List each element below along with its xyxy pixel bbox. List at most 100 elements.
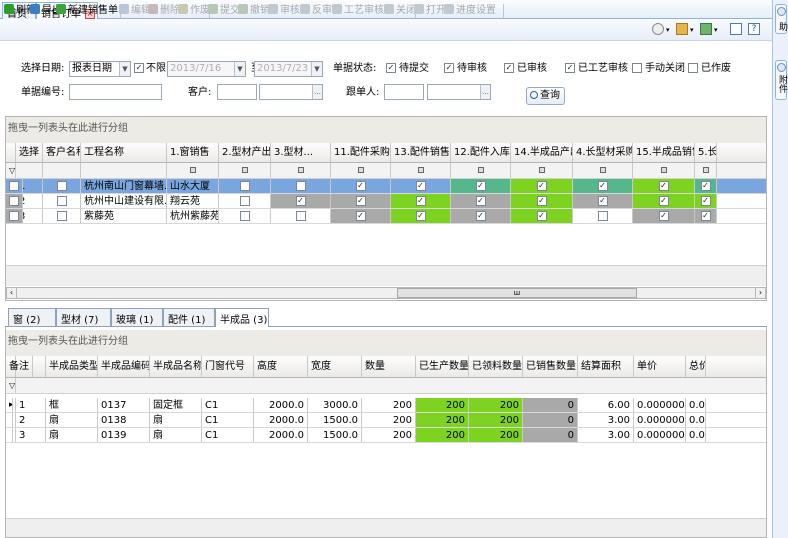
column-header[interactable]: 已领料数量: [469, 356, 523, 377]
filter-cell[interactable]: [43, 163, 81, 178]
filter-cell[interactable]: [16, 163, 43, 178]
progress-checkbox[interactable]: [239, 181, 250, 191]
toolbar-close-order-button[interactable]: 关闭: [384, 3, 416, 19]
table-row[interactable]: 2 扇 0138 扇 C1 2000.0 1500.0 200 200 200 0 3.00 0.000…: [6, 413, 766, 428]
filter-cell[interactable]: [511, 163, 573, 178]
column-header[interactable]: 高度: [254, 356, 308, 377]
progress-checkbox[interactable]: ✓: [475, 196, 486, 206]
column-header[interactable]: 单价: [634, 356, 686, 377]
customer-code-input[interactable]: [217, 84, 257, 100]
column-header[interactable]: 备注: [6, 356, 33, 377]
progress-checkbox[interactable]: [597, 211, 608, 221]
row-select-checkbox[interactable]: [56, 211, 67, 221]
column-header[interactable]: 半成品编码: [98, 356, 150, 377]
filter-square-icon[interactable]: [660, 167, 667, 173]
filter-cell[interactable]: [573, 163, 633, 178]
progress-checkbox[interactable]: ✓: [597, 181, 608, 191]
filter-square-icon[interactable]: [297, 167, 304, 173]
toolbar-refresh-button[interactable]: 刷新: [4, 3, 36, 19]
detail-tab[interactable]: 半成品 (3): [215, 308, 269, 327]
table-row[interactable]: ▸ 1 框 0137 固定框 C1 2000.0 3000.0 200 200 200 0 6.00 0.…: [6, 398, 766, 413]
toolbar-open-order-button[interactable]: 打开: [414, 3, 446, 19]
select-cell[interactable]: [43, 179, 81, 193]
column-header[interactable]: 结算面积: [578, 356, 634, 377]
column-header[interactable]: 选择: [16, 143, 43, 162]
progress-checkbox[interactable]: ✓: [415, 211, 426, 221]
table-row[interactable]: 3紫藤苑杭州紫藤苑✓✓✓✓✓✓: [6, 209, 766, 224]
progress-checkbox[interactable]: ✓: [295, 196, 306, 206]
filter-square-icon[interactable]: [357, 167, 364, 173]
status-checkbox[interactable]: ✓: [444, 63, 454, 73]
detail-tab[interactable]: 型材 (7): [56, 308, 111, 326]
toolbar-add-button[interactable]: 新建销售单: [56, 3, 119, 19]
column-header[interactable]: 11.配件采购: [331, 143, 391, 162]
progress-checkbox[interactable]: ✓: [658, 196, 669, 206]
filter-cell[interactable]: [451, 163, 511, 178]
progress-checkbox[interactable]: ✓: [700, 196, 711, 206]
column-header[interactable]: 数量: [362, 356, 416, 377]
layout-icon[interactable]: [700, 23, 712, 35]
progress-checkbox[interactable]: [9, 196, 19, 206]
filter-icon[interactable]: ▽: [6, 378, 16, 393]
filter-cell[interactable]: [219, 163, 271, 178]
row-select-checkbox[interactable]: [56, 196, 67, 206]
progress-checkbox[interactable]: ✓: [415, 181, 426, 191]
main-hscrollbar[interactable]: ‹ ш ›: [6, 287, 766, 299]
progress-checkbox[interactable]: ✓: [475, 181, 486, 191]
toolbar-submit-button[interactable]: 提交: [208, 3, 240, 19]
filter-square-icon[interactable]: [599, 167, 606, 173]
column-header[interactable]: 半成品类型: [46, 356, 98, 377]
detail-tab[interactable]: 窗 (2): [8, 308, 56, 326]
column-header[interactable]: 13.配件销售: [391, 143, 451, 162]
row-select-checkbox[interactable]: [56, 181, 67, 191]
column-header[interactable]: [6, 143, 16, 162]
docno-input[interactable]: [69, 84, 162, 100]
attachment-side-button[interactable]: 附件: [775, 60, 787, 100]
progress-checkbox[interactable]: ✓: [658, 181, 669, 191]
tree-icon[interactable]: [676, 23, 688, 35]
filter-square-icon[interactable]: [417, 167, 424, 173]
unlimited-checkbox[interactable]: ✓: [134, 63, 144, 73]
toolbar-export-button[interactable]: 导出: [30, 3, 62, 19]
column-header[interactable]: 工程名称: [81, 143, 167, 162]
toolbar-process-audit-button[interactable]: 工艺审核: [332, 3, 384, 19]
toolbar-edit-button[interactable]: 编辑: [119, 3, 151, 19]
progress-checkbox[interactable]: ✓: [658, 211, 669, 221]
customer-name-input[interactable]: …: [259, 84, 323, 100]
chevron-down-icon[interactable]: ▾: [666, 26, 670, 34]
progress-checkbox[interactable]: ✓: [415, 196, 426, 206]
filter-square-icon[interactable]: [477, 167, 484, 173]
status-checkbox[interactable]: [688, 63, 698, 73]
column-header[interactable]: 宽度: [308, 356, 362, 377]
filter-square-icon[interactable]: [241, 167, 248, 173]
column-header[interactable]: 14.半成品产出: [511, 143, 573, 162]
column-header[interactable]: 12.配件入库: [451, 143, 511, 162]
chevron-down-icon[interactable]: ▾: [714, 26, 718, 34]
filter-cell[interactable]: [331, 163, 391, 178]
filter-cell[interactable]: [391, 163, 451, 178]
column-header[interactable]: 客户名称: [43, 143, 81, 162]
progress-checkbox[interactable]: [295, 211, 306, 221]
help-icon[interactable]: ?: [748, 23, 760, 35]
progress-checkbox[interactable]: ✓: [700, 211, 711, 221]
progress-checkbox[interactable]: ✓: [355, 211, 366, 221]
column-header[interactable]: 3.型材...: [271, 143, 331, 162]
status-checkbox[interactable]: ✓: [504, 63, 514, 73]
query-button[interactable]: 查询: [526, 87, 565, 105]
column-header[interactable]: 已生产数量: [416, 356, 469, 377]
filter-cell[interactable]: [167, 163, 219, 178]
save-layout-icon[interactable]: [730, 23, 742, 35]
more-icon[interactable]: …: [312, 85, 322, 99]
scroll-thumb[interactable]: ш: [397, 288, 637, 298]
column-header[interactable]: 2.型材产出: [219, 143, 271, 162]
toolbar-delete-button[interactable]: 删除: [148, 3, 180, 19]
filter-cell[interactable]: [271, 163, 331, 178]
progress-checkbox[interactable]: [9, 181, 19, 191]
detail-tab[interactable]: 玻璃 (1): [111, 308, 163, 326]
date-to-input[interactable]: 2013/7/23 ▼: [254, 61, 323, 77]
column-header[interactable]: 5.长型: [695, 143, 717, 162]
date-type-select[interactable]: 报表日期 ▼: [69, 61, 131, 77]
filter-square-icon[interactable]: [702, 167, 709, 173]
more-icon[interactable]: …: [480, 85, 490, 99]
filter-cell[interactable]: [81, 163, 167, 178]
